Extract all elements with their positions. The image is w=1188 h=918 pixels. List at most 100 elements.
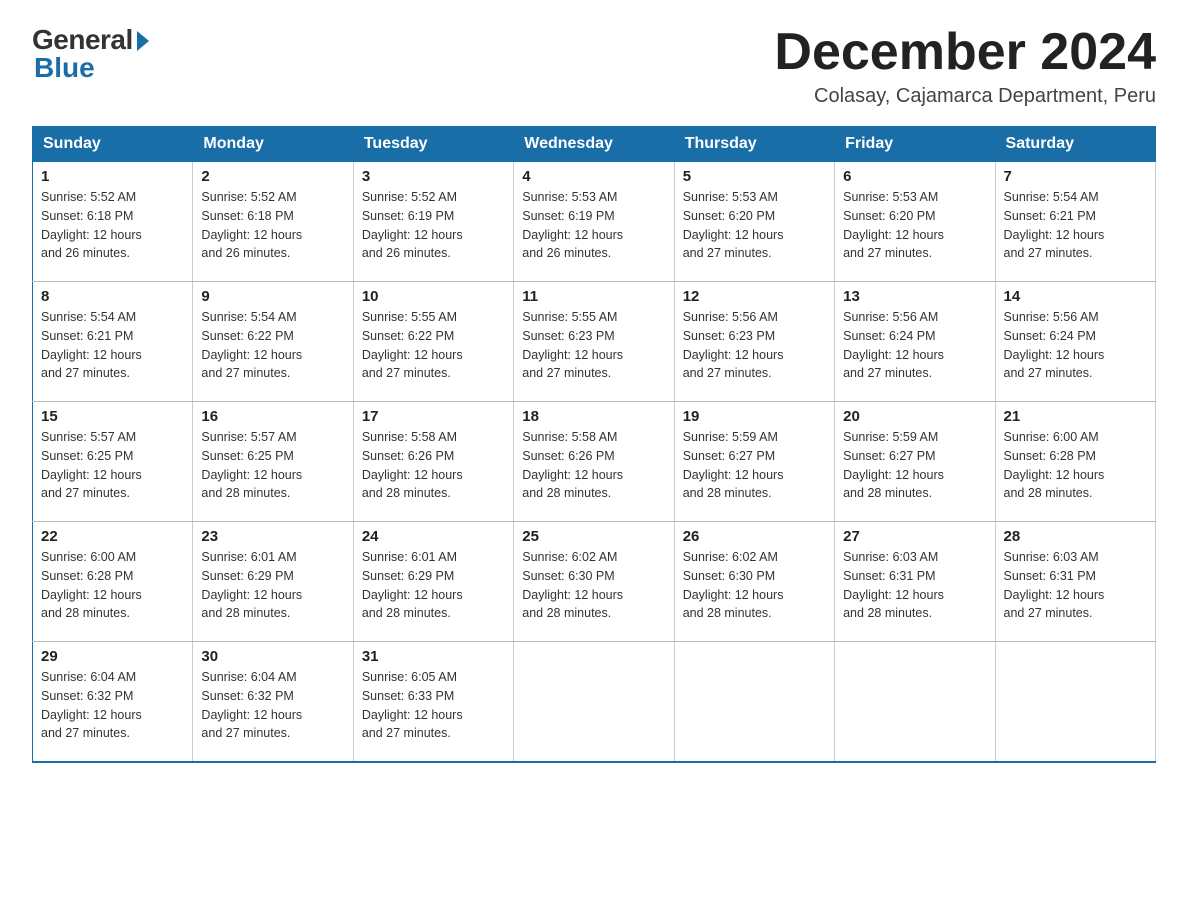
day-info: Sunrise: 5:58 AMSunset: 6:26 PMDaylight:… <box>362 430 463 500</box>
header-monday: Monday <box>193 127 353 162</box>
table-row: 25 Sunrise: 6:02 AMSunset: 6:30 PMDayligh… <box>514 522 674 642</box>
table-row: 17 Sunrise: 5:58 AMSunset: 6:26 PMDayligh… <box>353 402 513 522</box>
day-info: Sunrise: 6:00 AMSunset: 6:28 PMDaylight:… <box>41 550 142 620</box>
day-info: Sunrise: 5:57 AMSunset: 6:25 PMDaylight:… <box>41 430 142 500</box>
day-info: Sunrise: 5:52 AMSunset: 6:18 PMDaylight:… <box>201 190 302 260</box>
day-number: 4 <box>522 168 665 185</box>
table-row: 6 Sunrise: 5:53 AMSunset: 6:20 PMDaylight… <box>835 162 995 282</box>
table-row: 22 Sunrise: 6:00 AMSunset: 6:28 PMDayligh… <box>33 522 193 642</box>
location-title: Colasay, Cajamarca Department, Peru <box>774 85 1156 108</box>
table-row: 27Sunrise: 6:03 AMSunset: 6:31 PMDayligh… <box>835 522 995 642</box>
day-number: 14 <box>1004 288 1147 305</box>
day-info: Sunrise: 6:04 AMSunset: 6:32 PMDaylight:… <box>41 670 142 740</box>
table-row: 3 Sunrise: 5:52 AMSunset: 6:19 PMDaylight… <box>353 162 513 282</box>
day-number: 21 <box>1004 408 1147 425</box>
day-info: Sunrise: 5:54 AMSunset: 6:21 PMDaylight:… <box>1004 190 1105 260</box>
table-row: 7 Sunrise: 5:54 AMSunset: 6:21 PMDaylight… <box>995 162 1155 282</box>
table-row: 13Sunrise: 5:56 AMSunset: 6:24 PMDayligh… <box>835 282 995 402</box>
calendar-week-row: 8 Sunrise: 5:54 AMSunset: 6:21 PMDaylight… <box>33 282 1156 402</box>
day-number: 2 <box>201 168 344 185</box>
day-info: Sunrise: 5:57 AMSunset: 6:25 PMDaylight:… <box>201 430 302 500</box>
day-number: 24 <box>362 528 505 545</box>
day-info: Sunrise: 6:01 AMSunset: 6:29 PMDaylight:… <box>201 550 302 620</box>
day-info: Sunrise: 6:05 AMSunset: 6:33 PMDaylight:… <box>362 670 463 740</box>
day-number: 31 <box>362 648 505 665</box>
table-row <box>995 642 1155 762</box>
day-number: 30 <box>201 648 344 665</box>
calendar-week-row: 29Sunrise: 6:04 AMSunset: 6:32 PMDayligh… <box>33 642 1156 762</box>
day-info: Sunrise: 5:53 AMSunset: 6:19 PMDaylight:… <box>522 190 623 260</box>
day-number: 5 <box>683 168 826 185</box>
day-number: 8 <box>41 288 184 305</box>
table-row <box>835 642 995 762</box>
day-info: Sunrise: 5:54 AMSunset: 6:22 PMDaylight:… <box>201 310 302 380</box>
day-info: Sunrise: 5:59 AMSunset: 6:27 PMDaylight:… <box>683 430 784 500</box>
day-info: Sunrise: 5:56 AMSunset: 6:23 PMDaylight:… <box>683 310 784 380</box>
day-number: 3 <box>362 168 505 185</box>
table-row: 23 Sunrise: 6:01 AMSunset: 6:29 PMDayligh… <box>193 522 353 642</box>
page-header: General Blue December 2024 Colasay, Caja… <box>32 24 1156 108</box>
day-number: 10 <box>362 288 505 305</box>
day-info: Sunrise: 6:00 AMSunset: 6:28 PMDaylight:… <box>1004 430 1105 500</box>
header-thursday: Thursday <box>674 127 834 162</box>
day-number: 9 <box>201 288 344 305</box>
day-info: Sunrise: 5:53 AMSunset: 6:20 PMDaylight:… <box>683 190 784 260</box>
table-row: 31 Sunrise: 6:05 AMSunset: 6:33 PMDayligh… <box>353 642 513 762</box>
day-info: Sunrise: 5:52 AMSunset: 6:18 PMDaylight:… <box>41 190 142 260</box>
table-row: 4 Sunrise: 5:53 AMSunset: 6:19 PMDaylight… <box>514 162 674 282</box>
calendar-header-row: Sunday Monday Tuesday Wednesday Thursday… <box>33 127 1156 162</box>
day-info: Sunrise: 5:52 AMSunset: 6:19 PMDaylight:… <box>362 190 463 260</box>
header-wednesday: Wednesday <box>514 127 674 162</box>
day-number: 25 <box>522 528 665 545</box>
table-row: 2 Sunrise: 5:52 AMSunset: 6:18 PMDaylight… <box>193 162 353 282</box>
day-number: 16 <box>201 408 344 425</box>
day-info: Sunrise: 6:03 AMSunset: 6:31 PMDaylight:… <box>843 550 944 620</box>
day-number: 1 <box>41 168 184 185</box>
table-row: 29Sunrise: 6:04 AMSunset: 6:32 PMDayligh… <box>33 642 193 762</box>
table-row: 14 Sunrise: 5:56 AMSunset: 6:24 PMDayligh… <box>995 282 1155 402</box>
day-info: Sunrise: 6:03 AMSunset: 6:31 PMDaylight:… <box>1004 550 1105 620</box>
table-row: 8 Sunrise: 5:54 AMSunset: 6:21 PMDaylight… <box>33 282 193 402</box>
calendar-week-row: 22 Sunrise: 6:00 AMSunset: 6:28 PMDayligh… <box>33 522 1156 642</box>
day-info: Sunrise: 5:55 AMSunset: 6:23 PMDaylight:… <box>522 310 623 380</box>
day-number: 15 <box>41 408 184 425</box>
day-number: 26 <box>683 528 826 545</box>
day-info: Sunrise: 5:53 AMSunset: 6:20 PMDaylight:… <box>843 190 944 260</box>
table-row: 20Sunrise: 5:59 AMSunset: 6:27 PMDayligh… <box>835 402 995 522</box>
table-row: 1 Sunrise: 5:52 AMSunset: 6:18 PMDaylight… <box>33 162 193 282</box>
table-row: 11 Sunrise: 5:55 AMSunset: 6:23 PMDayligh… <box>514 282 674 402</box>
table-row: 21 Sunrise: 6:00 AMSunset: 6:28 PMDayligh… <box>995 402 1155 522</box>
day-info: Sunrise: 6:01 AMSunset: 6:29 PMDaylight:… <box>362 550 463 620</box>
header-sunday: Sunday <box>33 127 193 162</box>
day-number: 17 <box>362 408 505 425</box>
day-info: Sunrise: 5:59 AMSunset: 6:27 PMDaylight:… <box>843 430 944 500</box>
table-row: 30 Sunrise: 6:04 AMSunset: 6:32 PMDayligh… <box>193 642 353 762</box>
day-number: 18 <box>522 408 665 425</box>
day-info: Sunrise: 5:58 AMSunset: 6:26 PMDaylight:… <box>522 430 623 500</box>
day-info: Sunrise: 6:02 AMSunset: 6:30 PMDaylight:… <box>522 550 623 620</box>
table-row: 5 Sunrise: 5:53 AMSunset: 6:20 PMDaylight… <box>674 162 834 282</box>
table-row <box>514 642 674 762</box>
month-title: December 2024 <box>774 24 1156 81</box>
day-info: Sunrise: 5:56 AMSunset: 6:24 PMDaylight:… <box>1004 310 1105 380</box>
table-row: 15 Sunrise: 5:57 AMSunset: 6:25 PMDayligh… <box>33 402 193 522</box>
calendar-week-row: 15 Sunrise: 5:57 AMSunset: 6:25 PMDayligh… <box>33 402 1156 522</box>
day-number: 13 <box>843 288 986 305</box>
day-number: 11 <box>522 288 665 305</box>
day-number: 7 <box>1004 168 1147 185</box>
table-row: 16 Sunrise: 5:57 AMSunset: 6:25 PMDayligh… <box>193 402 353 522</box>
logo: General Blue <box>32 24 149 84</box>
header-saturday: Saturday <box>995 127 1155 162</box>
day-number: 23 <box>201 528 344 545</box>
table-row <box>674 642 834 762</box>
day-info: Sunrise: 5:54 AMSunset: 6:21 PMDaylight:… <box>41 310 142 380</box>
header-friday: Friday <box>835 127 995 162</box>
table-row: 9 Sunrise: 5:54 AMSunset: 6:22 PMDaylight… <box>193 282 353 402</box>
day-number: 22 <box>41 528 184 545</box>
day-info: Sunrise: 6:04 AMSunset: 6:32 PMDaylight:… <box>201 670 302 740</box>
day-info: Sunrise: 6:02 AMSunset: 6:30 PMDaylight:… <box>683 550 784 620</box>
table-row: 18 Sunrise: 5:58 AMSunset: 6:26 PMDayligh… <box>514 402 674 522</box>
day-number: 6 <box>843 168 986 185</box>
table-row: 12Sunrise: 5:56 AMSunset: 6:23 PMDayligh… <box>674 282 834 402</box>
header-tuesday: Tuesday <box>353 127 513 162</box>
